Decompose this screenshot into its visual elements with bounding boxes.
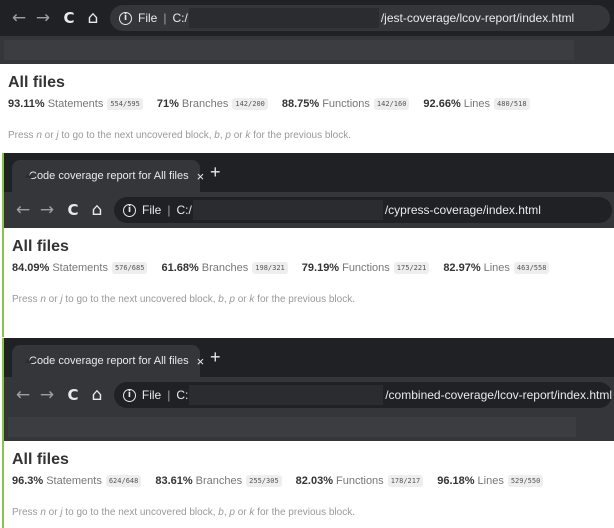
page-title: All files bbox=[12, 238, 69, 255]
tab-coverage-report[interactable]: Code coverage report for All files × bbox=[12, 160, 204, 192]
back-icon[interactable]: ← bbox=[8, 8, 30, 28]
file-label: File bbox=[141, 388, 162, 402]
url-rest: /cypress-coverage/index.html bbox=[384, 203, 541, 217]
back-icon[interactable]: ← bbox=[12, 200, 34, 220]
info-icon[interactable]: i bbox=[119, 11, 132, 25]
file-label: File bbox=[142, 203, 162, 217]
bookmarks-bar bbox=[4, 413, 614, 441]
address-bar[interactable]: i File | C:/ /cypress-coverage/index.htm… bbox=[114, 197, 612, 223]
url-start: C: bbox=[176, 388, 189, 402]
coverage-report: All files 84.09% Statements 576/685 61.68%… bbox=[4, 238, 614, 305]
browser-toolbar: ← → C ⌂ i File | C: /combined-coverage/l… bbox=[4, 377, 614, 413]
separator: | bbox=[163, 11, 167, 25]
separator: | bbox=[167, 388, 171, 402]
tab-coverage-report[interactable]: Code coverage report for All files × bbox=[12, 345, 204, 377]
address-bar[interactable]: i File | C: /combined-coverage/lcov-repo… bbox=[114, 382, 612, 408]
url-start: C:/ bbox=[176, 203, 192, 217]
home-icon[interactable]: ⌂ bbox=[86, 200, 108, 220]
url-rest: /combined-coverage/lcov-report/index.htm… bbox=[385, 388, 612, 402]
coverage-report: All files 93.11% Statements 554/595 71% Bra… bbox=[0, 74, 614, 141]
keyboard-hint: Press n or j to go to the next uncovered… bbox=[8, 130, 351, 141]
stat-lines: 82.97% Lines 463/558 bbox=[443, 262, 550, 274]
stats-row: 96.3% Statements 624/648 83.61% Branches 255… bbox=[12, 475, 608, 487]
bookmarks-bar bbox=[0, 36, 614, 64]
stat-statements: 84.09% Statements 576/685 bbox=[12, 262, 148, 274]
stat-functions: 82.03% Functions 178/217 bbox=[296, 475, 424, 487]
reload-icon[interactable]: C bbox=[58, 9, 80, 27]
stat-statements: 93.11% Statements 554/595 bbox=[8, 98, 143, 110]
close-icon[interactable]: × bbox=[197, 169, 205, 184]
tab-strip: Code coverage report for All files × + bbox=[4, 153, 614, 192]
browser-window-combined: Code coverage report for All files × + ←… bbox=[2, 338, 614, 528]
new-tab-button[interactable]: + bbox=[210, 347, 221, 368]
page-title: All files bbox=[8, 74, 65, 91]
close-icon[interactable]: × bbox=[197, 354, 205, 369]
stat-branches: 83.61% Branches 255/305 bbox=[155, 475, 282, 487]
new-tab-button[interactable]: + bbox=[210, 162, 221, 183]
file-label: File bbox=[138, 11, 158, 25]
stat-statements: 96.3% Statements 624/648 bbox=[12, 475, 142, 487]
tab-strip: Code coverage report for All files × + bbox=[4, 338, 614, 377]
browser-window-jest: ← → C ⌂ i File | C:/ /jest-coverage/lcov… bbox=[0, 0, 614, 152]
stat-functions: 79.19% Functions 175/221 bbox=[302, 262, 430, 274]
separator: | bbox=[167, 203, 171, 217]
reload-icon[interactable]: C bbox=[62, 386, 84, 404]
stat-lines: 92.66% Lines 480/518 bbox=[423, 98, 530, 110]
info-icon[interactable]: i bbox=[123, 388, 136, 402]
stat-functions: 88.75% Functions 142/160 bbox=[282, 98, 410, 110]
forward-icon[interactable]: → bbox=[36, 200, 58, 220]
keyboard-hint: Press n or j to go to the next uncovered… bbox=[12, 294, 355, 305]
keyboard-hint: Press n or j to go to the next uncovered… bbox=[12, 507, 355, 518]
page-title: All files bbox=[12, 451, 69, 468]
reload-icon[interactable]: C bbox=[62, 201, 84, 219]
stats-row: 84.09% Statements 576/685 61.68% Branches 19… bbox=[12, 262, 608, 274]
back-icon[interactable]: ← bbox=[12, 385, 34, 405]
tab-title: Code coverage report for All files bbox=[29, 170, 189, 182]
forward-icon[interactable]: → bbox=[36, 385, 58, 405]
stats-row: 93.11% Statements 554/595 71% Branches 142/2… bbox=[8, 98, 606, 110]
forward-icon[interactable]: → bbox=[32, 8, 54, 28]
browser-toolbar: ← → C ⌂ i File | C:/ /jest-coverage/lcov… bbox=[0, 0, 614, 36]
stat-branches: 61.68% Branches 198/321 bbox=[161, 262, 288, 274]
home-icon[interactable]: ⌂ bbox=[86, 385, 108, 405]
home-icon[interactable]: ⌂ bbox=[82, 8, 104, 28]
url-rest: /jest-coverage/lcov-report/index.html bbox=[380, 11, 575, 25]
stat-lines: 96.18% Lines 529/550 bbox=[437, 475, 544, 487]
address-bar[interactable]: i File | C:/ /jest-coverage/lcov-report/… bbox=[110, 5, 610, 31]
browser-window-cypress: Code coverage report for All files × + ←… bbox=[2, 153, 614, 337]
stat-branches: 71% Branches 142/200 bbox=[157, 98, 268, 110]
coverage-report: All files 96.3% Statements 624/648 83.61% B… bbox=[4, 451, 614, 518]
browser-toolbar: ← → C ⌂ i File | C:/ /cypress-coverage/i… bbox=[4, 192, 614, 228]
redacted-path bbox=[188, 8, 379, 28]
redacted-path bbox=[192, 200, 383, 220]
info-icon[interactable]: i bbox=[123, 203, 136, 217]
url-start: C:/ bbox=[172, 11, 188, 25]
redacted-path bbox=[189, 385, 384, 405]
tab-title: Code coverage report for All files bbox=[29, 355, 189, 367]
